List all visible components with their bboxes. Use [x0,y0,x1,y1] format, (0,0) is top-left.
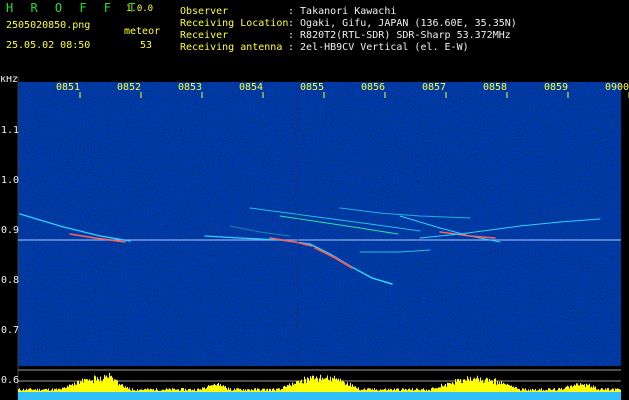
time-tick-label: 0858 [483,82,507,93]
file-name: 2505020850.png [6,20,91,31]
time-tick-label: 0854 [239,82,263,93]
time-tick-label: 0900 [605,82,629,93]
time-tick-label: 0859 [544,82,568,93]
meteor-count: 53 [140,40,153,51]
antenna-label: Receiving antenna [180,42,283,53]
time-tick-label: 0851 [56,82,80,93]
time-tick-label: 0853 [178,82,202,93]
y-unit-label: kHz [0,76,18,85]
time-tick-label: 0857 [422,82,446,93]
frequency-tick-labels: 1.1 1.0 0.9 0.8 0.7 0.6 [1,125,19,386]
spectrogram-noise [18,82,621,366]
time-tick-label: 0856 [361,82,385,93]
spectrogram-plot: kHz 0851 0852 0853 0854 0855 0856 0857 0858 0859… [0,76,629,400]
frequency-tick-label: 1.1 [1,125,19,136]
observer-value: : Takanori Kawachi [288,6,397,17]
level-baseline [18,392,621,400]
location-value: : Ogaki, Gifu, JAPAN (136.60E, 35.35N) [288,18,517,29]
header-panel: H R O F F T 1.0.0 2505020850.png 25.05.0… [0,0,629,76]
receiver-label: Receiver [180,30,229,41]
frequency-tick-label: 0.9 [1,225,19,236]
app-version: 1.0.0 [126,4,154,14]
frequency-tick-label: 0.6 [1,375,19,386]
frequency-tick-label: 0.8 [1,275,19,286]
frequency-tick-label: 1.0 [1,175,19,186]
receiver-value: : R820T2(RTL-SDR) SDR-Sharp 53.372MHz [288,30,511,41]
app-title: H R O F F T [6,1,141,15]
location-label: Receiving Location [180,18,289,29]
date-time: 25.05.02 08:50 [6,40,91,51]
time-tick-label: 0852 [117,82,141,93]
antenna-value: : 2el-HB9CV Vertical (el. E-W) [288,42,469,53]
observer-label: Observer [180,6,229,17]
level-bars [18,372,621,392]
frequency-tick-label: 0.7 [1,325,19,336]
meteor-label: meteor [124,26,161,37]
time-tick-label: 0855 [300,82,324,93]
